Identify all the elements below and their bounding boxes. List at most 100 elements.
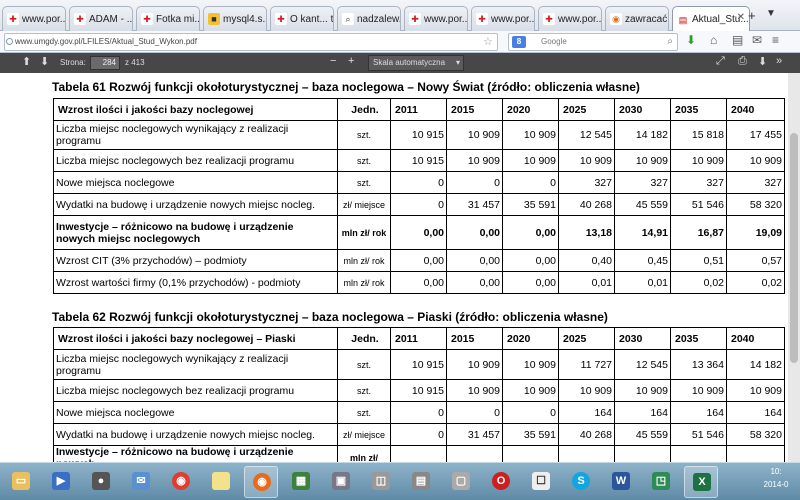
cell-value: 0,01: [614, 271, 671, 294]
row-unit: mln zł/ rok: [337, 249, 391, 272]
table-row: Wzrost CIT (3% przychodów) – podmioty mln…: [53, 249, 785, 272]
cell-value: [558, 445, 615, 462]
previous-page-icon[interactable]: ⬆: [22, 55, 31, 68]
taskbar-notes[interactable]: [204, 466, 238, 498]
pdf-document-view[interactable]: Tabela 61 Rozwój funkcji okołoturystyczn…: [0, 73, 800, 462]
header-year: 2020: [502, 98, 559, 121]
taskbar-player[interactable]: ▶: [44, 466, 78, 498]
tools-icon: ▣: [332, 472, 350, 490]
tools-icon[interactable]: »: [776, 55, 782, 67]
app-icon: ◫: [372, 472, 390, 490]
cell-value: 10 909: [726, 379, 785, 402]
cell-value: 40 268: [558, 193, 615, 216]
address-url: www.umgdy.gov.pl/LFILES/Aktual_Stud_Wyko…: [15, 37, 197, 46]
search-icon[interactable]: ⌕: [667, 34, 673, 50]
taskbar-app3[interactable]: ▤: [404, 466, 438, 498]
taskbar-word[interactable]: W: [604, 466, 638, 498]
header-year: 2035: [670, 327, 727, 350]
cell-value: 0,00: [502, 249, 559, 272]
zoom-in-icon[interactable]: +: [348, 55, 354, 67]
cell-value: 0,01: [558, 271, 615, 294]
taskbar-chrome[interactable]: ◉: [164, 466, 198, 498]
red-shield-icon: ✚: [275, 13, 287, 25]
tab-10[interactable]: ▤ Aktual_Stu... ✕: [672, 6, 750, 32]
tab-6[interactable]: ✚ www.por...: [404, 6, 468, 31]
table-row: Nowe miejsca noclegowe szt. 0 0 0 164 164 164 16…: [53, 401, 785, 424]
tab-7[interactable]: ✚ www.por...: [471, 6, 535, 31]
taskbar-tools[interactable]: ▣: [324, 466, 358, 498]
page-label: Strona:: [60, 58, 86, 67]
bookmark-star-icon[interactable]: ☆: [483, 34, 493, 50]
table-header-row: Wzrost ilości i jakości bazy noclegowej …: [53, 327, 785, 350]
system-tray-clock[interactable]: 10: 2014-0: [752, 465, 800, 499]
close-tab-icon[interactable]: ✕: [737, 12, 745, 23]
taskbar-explorer[interactable]: ▭: [4, 466, 38, 498]
cell-value: 0: [390, 423, 447, 446]
cell-value: 0: [390, 193, 447, 216]
cell-value: 13,18: [558, 215, 615, 250]
cell-value: 0,00: [446, 249, 503, 272]
tab-5[interactable]: ⌕nadzalew...: [337, 6, 401, 31]
tab-4[interactable]: ✚O kant... t...: [270, 6, 334, 31]
page-number-input[interactable]: 284: [90, 56, 120, 70]
print-icon[interactable]: ⎙: [738, 55, 747, 68]
save-icon[interactable]: ⬇: [758, 55, 767, 68]
cell-value: 35 591: [502, 423, 559, 446]
tab-list-icon[interactable]: ▼: [766, 8, 776, 19]
taskbar-mail[interactable]: ✉: [124, 466, 158, 498]
row-unit: mln zł/: [337, 445, 391, 462]
taskbar-skype-app[interactable]: ●: [84, 466, 118, 498]
taskbar-network[interactable]: ▦: [284, 466, 318, 498]
zoom-select[interactable]: Skala automatyczna ▾: [368, 55, 464, 71]
header-year: 2040: [726, 327, 785, 350]
share-icon[interactable]: ✉: [752, 33, 762, 47]
cell-value: 0,02: [670, 271, 727, 294]
tab-1[interactable]: ✚ ADAM - ...: [69, 6, 133, 31]
row-unit: szt.: [337, 379, 391, 402]
address-bar[interactable]: www.umgdy.gov.pl/LFILES/Aktual_Stud_Wyko…: [4, 33, 498, 51]
tab-8[interactable]: ✚ www.por...: [538, 6, 602, 31]
cell-value: 35 591: [502, 193, 559, 216]
taskbar-excel[interactable]: X: [684, 466, 718, 498]
taskbar-skype[interactable]: S: [564, 466, 598, 498]
taskbar-app5[interactable]: ☐: [524, 466, 558, 498]
fullscreen-icon[interactable]: ⤢: [716, 55, 725, 68]
cell-value: 10 909: [446, 349, 503, 380]
scrollbar-thumb[interactable]: [790, 133, 798, 363]
tab-0[interactable]: ✚ www.por...: [2, 6, 66, 31]
row-label: Inwestycje – różnicowo na budowę i urząd…: [53, 445, 338, 462]
cell-value: 51 546: [670, 423, 727, 446]
taskbar-app4[interactable]: ▢: [444, 466, 478, 498]
cell-value: 164: [558, 401, 615, 424]
taskbar-opera[interactable]: O: [484, 466, 518, 498]
cell-value: 15 818: [670, 120, 727, 150]
red-shield-icon: ✚: [7, 13, 19, 25]
taskbar-firefox[interactable]: ◉: [244, 466, 278, 498]
table-row: Liczba miejsc noclegowych wynikający z r…: [53, 349, 785, 380]
menu-icon[interactable]: ≡: [772, 33, 779, 47]
header-label: Wzrost ilości i jakości bazy noclegowej: [53, 98, 338, 121]
cell-value: 10 909: [726, 149, 785, 172]
bookmarks-icon[interactable]: ▤: [732, 33, 743, 47]
word-icon: W: [612, 472, 630, 490]
new-tab-button[interactable]: +: [748, 8, 756, 23]
taskbar-app2[interactable]: ◫: [364, 466, 398, 498]
tab-9[interactable]: ◉zawracać ...: [605, 6, 669, 31]
scrollbar[interactable]: [788, 73, 800, 462]
taskbar-app6[interactable]: ◳: [644, 466, 678, 498]
firefox-icon: ◉: [253, 473, 271, 491]
cell-value: 10 915: [390, 349, 447, 380]
table-header-row: Wzrost ilości i jakości bazy noclegowej J…: [53, 98, 785, 121]
home-icon[interactable]: ⌂: [710, 33, 717, 47]
cell-value: 10 909: [558, 379, 615, 402]
zoom-out-icon[interactable]: −: [330, 55, 336, 67]
chrome-icon: ◉: [610, 13, 622, 25]
search-box[interactable]: 8 Google ⌕: [508, 33, 678, 51]
mail-icon: ✉: [132, 472, 150, 490]
tab-3[interactable]: ■ mysql4.s...: [203, 6, 267, 31]
pdf-toolbar: ⬆ ⬇ Strona: 284 z 413 − + Skala automaty…: [0, 53, 800, 73]
download-icon[interactable]: ⬇: [686, 33, 696, 47]
cell-value: [502, 445, 559, 462]
tab-2[interactable]: ✚ Fotka mi...: [136, 6, 200, 31]
next-page-icon[interactable]: ⬇: [40, 55, 49, 68]
